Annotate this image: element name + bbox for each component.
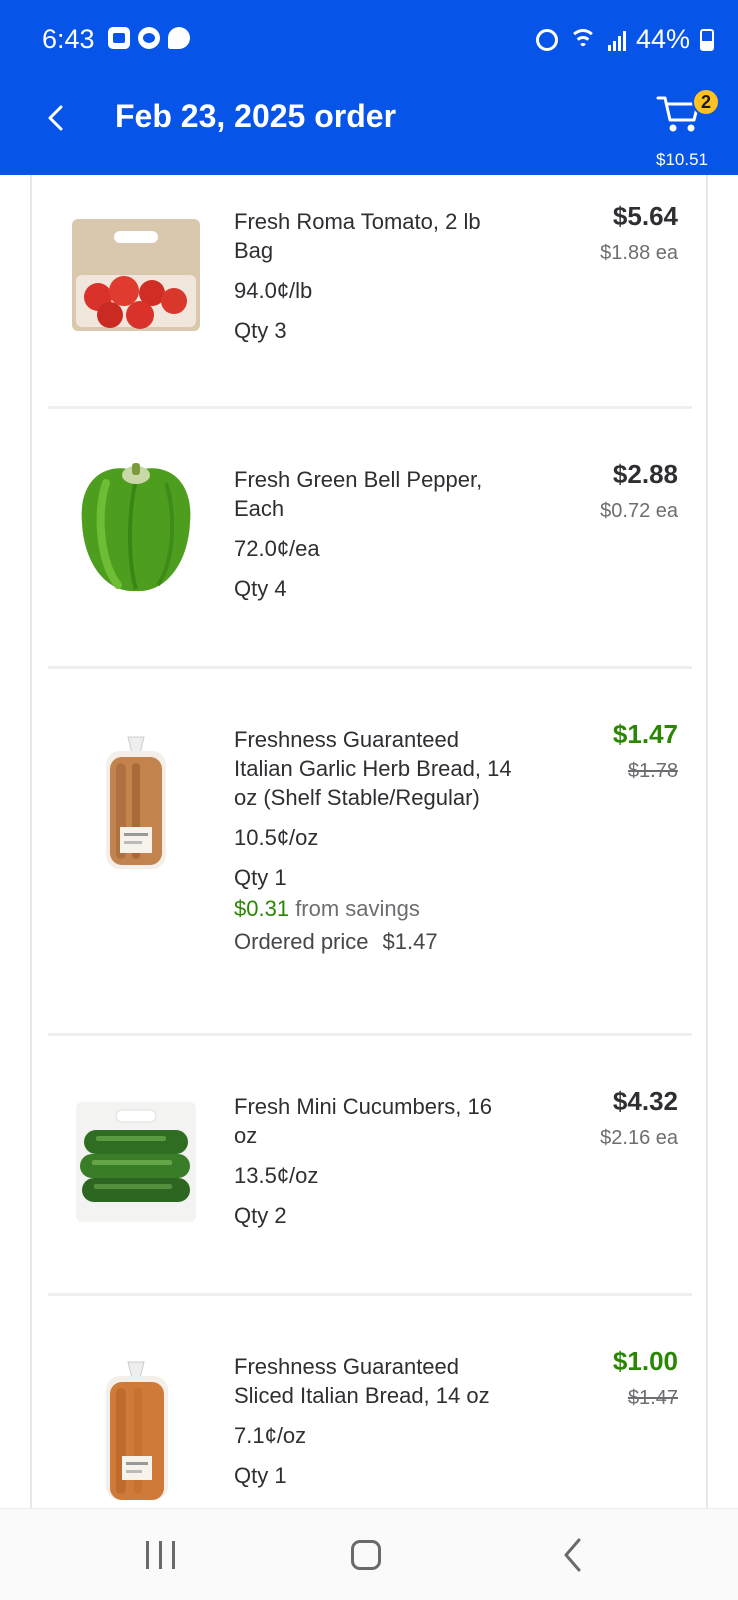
system-navigation-bar xyxy=(0,1508,738,1600)
recent-apps-icon xyxy=(158,1541,162,1569)
page-title: Feb 23, 2025 order xyxy=(115,98,397,134)
list-item[interactable]: Freshness Guaranteed Italian Garlic Herb… xyxy=(48,713,694,983)
item-sale-price: $1.00 xyxy=(612,1346,678,1376)
item-price: $4.32 xyxy=(612,1086,678,1116)
list-item[interactable]: Fresh Green Bell Pepper, Each 72.0¢/ea Q… xyxy=(48,453,694,623)
back-icon xyxy=(564,1538,581,1572)
item-quantity: Qty 1 xyxy=(234,865,287,890)
item-quantity: Qty 4 xyxy=(234,576,287,601)
mini-cucumbers-image xyxy=(76,1102,196,1222)
item-info: Fresh Green Bell Pepper, Each 72.0¢/ea Q… xyxy=(234,465,514,603)
list-item[interactable]: Fresh Roma Tomato, 2 lb Bag 94.0¢/lb Qty… xyxy=(48,193,694,363)
savings-amount: $0.31 xyxy=(234,896,290,921)
item-unit-price: 13.5¢/oz xyxy=(234,1163,319,1188)
status-bar: 6:43 44% xyxy=(0,0,738,78)
item-name: Freshness Guaranteed Italian Garlic Herb… xyxy=(234,727,512,810)
item-each-price: $2.16 ea xyxy=(600,1127,678,1149)
item-price-block: $1.47 $1.78 xyxy=(613,719,678,783)
item-ordered-price: Ordered price $1.47 xyxy=(234,927,514,956)
ordered-price-label: Ordered price xyxy=(234,929,369,954)
item-unit-price: 72.0¢/ea xyxy=(234,536,320,561)
message-notification-icon xyxy=(168,27,190,49)
item-savings: $0.31 from savings xyxy=(234,894,514,923)
item-divider xyxy=(48,406,692,409)
item-each-price: $0.72 ea xyxy=(600,500,678,522)
back-arrow-icon xyxy=(48,105,63,131)
list-item[interactable]: Fresh Mini Cucumbers, 16 oz 13.5¢/oz Qty… xyxy=(48,1080,694,1250)
gallery-notification-icon xyxy=(108,27,130,49)
battery-percent: 44% xyxy=(635,24,690,54)
system-back-button[interactable] xyxy=(543,1531,603,1579)
app-notification-icon xyxy=(138,27,160,49)
item-price-block: $2.88 $0.72 ea xyxy=(600,459,678,523)
item-name: Freshness Guaranteed Sliced Italian Brea… xyxy=(234,1354,490,1408)
notification-icons xyxy=(108,27,190,49)
cart-total: $10.51 xyxy=(656,150,708,169)
item-price-block: $4.32 $2.16 ea xyxy=(600,1086,678,1150)
item-original-price: $1.78 xyxy=(627,760,678,782)
alarm-icon xyxy=(535,28,558,51)
wifi-icon xyxy=(568,28,598,51)
status-right: 44% xyxy=(535,24,714,55)
item-unit-price: 7.1¢/oz xyxy=(234,1423,307,1448)
item-unit-price: 94.0¢/lb xyxy=(234,278,313,303)
battery-icon xyxy=(700,28,714,51)
back-button[interactable] xyxy=(36,98,76,138)
item-price-block: $1.00 $1.47 xyxy=(613,1346,678,1410)
green-bell-pepper-image xyxy=(81,463,191,592)
item-price: $2.88 xyxy=(612,459,678,489)
app-top-bar: 6:43 44% Feb 23, 2025 order 2 $10.51 xyxy=(0,0,738,175)
item-original-price: $1.47 xyxy=(627,1387,678,1409)
home-icon xyxy=(351,1540,381,1570)
cart-button[interactable]: 2 $10.51 xyxy=(650,86,730,174)
item-name: Fresh Green Bell Pepper, Each xyxy=(234,467,483,521)
item-divider xyxy=(48,1293,692,1296)
item-price: $5.64 xyxy=(612,201,678,231)
order-item-list[interactable]: Fresh Roma Tomato, 2 lb Bag 94.0¢/lb Qty… xyxy=(30,175,708,1508)
ordered-price-value: $1.47 xyxy=(382,929,438,954)
home-button[interactable] xyxy=(336,1531,396,1579)
item-info: Fresh Roma Tomato, 2 lb Bag 94.0¢/lb Qty… xyxy=(234,207,514,345)
page-header: Feb 23, 2025 order 2 $10.51 xyxy=(0,78,738,175)
recent-apps-icon xyxy=(145,1541,149,1569)
item-divider xyxy=(48,666,692,669)
recent-apps-icon xyxy=(171,1541,175,1569)
item-name: Fresh Mini Cucumbers, 16 oz xyxy=(234,1094,492,1148)
item-unit-price: 10.5¢/oz xyxy=(234,825,319,850)
item-info: Freshness Guaranteed Sliced Italian Brea… xyxy=(234,1352,514,1490)
item-each-price: $1.88 ea xyxy=(600,242,678,264)
list-item[interactable]: Freshness Guaranteed Sliced Italian Brea… xyxy=(48,1340,694,1508)
cart-count-badge: 2 xyxy=(692,88,720,116)
order-details-screen: 6:43 44% Feb 23, 2025 order 2 $10.51 Fre… xyxy=(0,0,738,1600)
recent-apps-button[interactable] xyxy=(130,1531,190,1579)
signal-icon xyxy=(607,29,626,51)
sliced-italian-bread-image xyxy=(106,1361,168,1500)
roma-tomato-bag-image xyxy=(72,219,200,331)
garlic-herb-bread-image xyxy=(106,736,166,869)
item-price-block: $5.64 $1.88 ea xyxy=(600,201,678,265)
item-info: Freshness Guaranteed Italian Garlic Herb… xyxy=(234,725,514,956)
item-name: Fresh Roma Tomato, 2 lb Bag xyxy=(234,209,481,263)
item-quantity: Qty 3 xyxy=(234,318,287,343)
item-divider xyxy=(48,1033,692,1036)
item-quantity: Qty 1 xyxy=(234,1463,287,1488)
status-time: 6:43 xyxy=(42,24,95,54)
item-sale-price: $1.47 xyxy=(612,719,678,749)
savings-label: from savings xyxy=(295,896,420,921)
item-quantity: Qty 2 xyxy=(234,1203,287,1228)
item-info: Fresh Mini Cucumbers, 16 oz 13.5¢/oz Qty… xyxy=(234,1092,514,1230)
